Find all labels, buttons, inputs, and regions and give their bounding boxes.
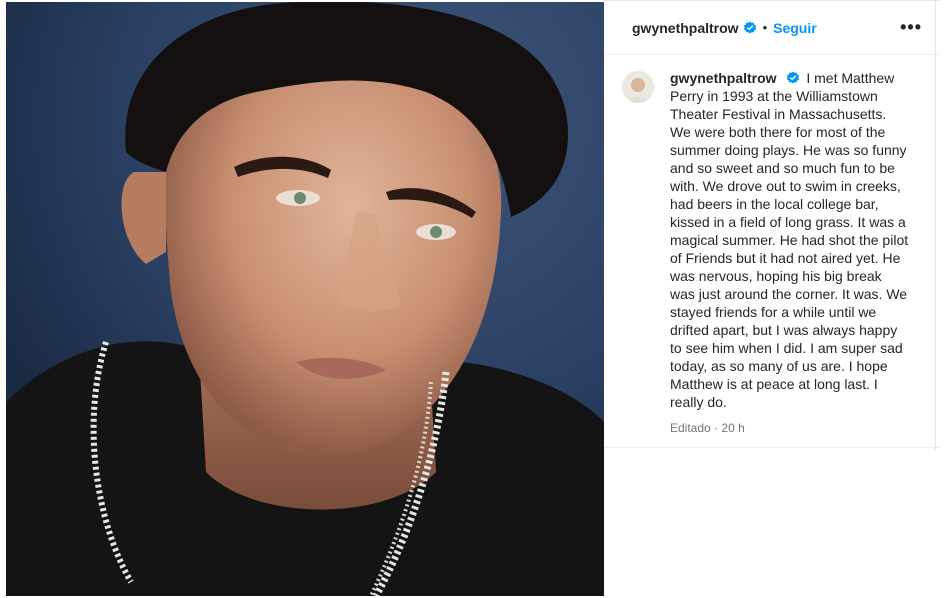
post-side-panel: gwynethpaltrow • Seguir ••• gwynethpaltr… — [604, 0, 940, 598]
instagram-post: gwynethpaltrow • Seguir ••• gwynethpaltr… — [0, 0, 944, 598]
caption-meta: Editado · 20 h — [670, 421, 922, 435]
more-options-icon[interactable]: ••• — [900, 17, 922, 38]
caption-text: I met Matthew Perry in 1993 at the Willi… — [670, 70, 909, 410]
post-time[interactable]: 20 h — [721, 421, 744, 435]
verified-badge-icon — [786, 71, 800, 85]
post-photo[interactable] — [6, 2, 604, 596]
post-header: gwynethpaltrow • Seguir ••• — [604, 0, 940, 55]
caption-comment: gwynethpaltrow I met Matthew Perry in 19… — [604, 55, 940, 448]
follow-button[interactable]: Seguir — [773, 20, 817, 36]
caption-text-block: gwynethpaltrow I met Matthew Perry in 19… — [670, 69, 910, 411]
header-separator: • — [762, 20, 768, 35]
header-username[interactable]: gwynethpaltrow — [632, 20, 739, 36]
verified-badge-icon — [743, 21, 757, 35]
meta-separator: · — [714, 421, 719, 435]
caption-username[interactable]: gwynethpaltrow — [670, 70, 777, 86]
portrait-image — [6, 2, 604, 596]
avatar[interactable] — [622, 71, 654, 103]
edited-label: Editado — [670, 421, 711, 435]
panel-border — [935, 0, 936, 450]
